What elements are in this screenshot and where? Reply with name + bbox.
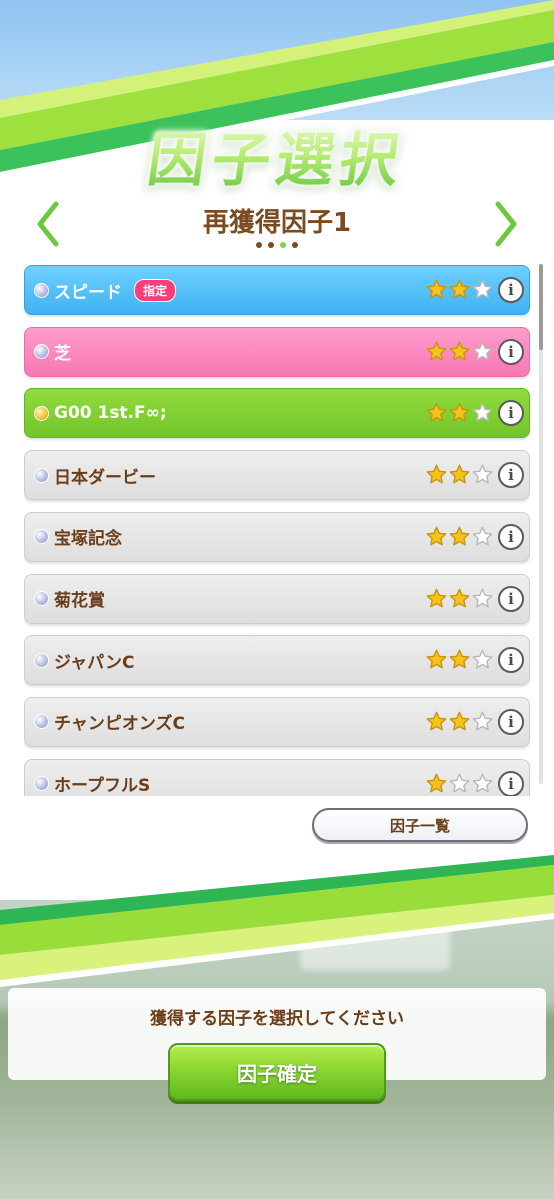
info-icon[interactable]: i	[498, 585, 524, 612]
info-icon[interactable]: i	[498, 338, 524, 365]
star-empty-icon	[472, 526, 493, 546]
star-empty-icon	[472, 341, 493, 361]
star-filled-icon	[449, 279, 470, 299]
star-rating	[426, 588, 493, 609]
factor-bullet-icon	[34, 467, 49, 483]
factor-row[interactable]: 芝i	[24, 326, 530, 377]
factor-bullet-icon	[34, 714, 49, 730]
factor-bullet-icon	[34, 282, 49, 298]
star-filled-icon	[449, 711, 470, 731]
star-empty-icon	[472, 464, 493, 484]
info-icon[interactable]: i	[498, 647, 524, 674]
factor-row[interactable]: 日本ダービー i	[24, 450, 530, 501]
star-filled-icon	[426, 464, 447, 484]
info-icon[interactable]: i	[498, 277, 524, 303]
scrollbar[interactable]	[539, 264, 543, 784]
star-empty-icon	[472, 773, 493, 793]
factor-list[interactable]: スピード 指定 i 芝 i G00 1st.F∞; i 日本ダービー i 宝塚記念 i 菊花賞 i ジャパ…	[24, 264, 530, 796]
page-dot	[268, 242, 274, 248]
star-empty-icon	[472, 588, 493, 607]
factor-bullet-icon	[34, 591, 49, 606]
factor-label: ホープフルS	[54, 776, 151, 796]
background-blur-shape	[300, 910, 450, 970]
factor-bullet-icon	[34, 776, 49, 792]
factor-slot-title: 再獲得因子1	[202, 208, 352, 238]
factor-label: チャンピオンズC	[54, 714, 185, 735]
page-dot	[280, 242, 286, 248]
info-icon[interactable]: i	[498, 462, 524, 489]
star-filled-icon	[449, 403, 470, 422]
star-filled-icon	[426, 649, 447, 669]
star-rating	[426, 279, 493, 300]
confirm-factor-button[interactable]: 因子確定	[168, 1043, 386, 1101]
factor-label: G00 1st.F∞;	[54, 403, 167, 424]
page-dot	[256, 242, 262, 248]
star-filled-icon	[449, 341, 470, 361]
factor-label: 宝塚記念	[54, 529, 122, 550]
star-empty-icon	[472, 279, 493, 299]
factor-bullet-icon	[34, 529, 49, 545]
info-icon[interactable]: i	[498, 523, 524, 550]
factor-row[interactable]: ジャパンC i	[24, 635, 530, 686]
star-filled-icon	[449, 588, 470, 607]
star-rating	[426, 402, 493, 423]
star-empty-icon	[449, 773, 470, 793]
factor-row[interactable]: チャンピオンズC i	[24, 696, 530, 747]
star-filled-icon	[449, 649, 470, 669]
factor-bullet-icon	[34, 344, 49, 360]
factor-label: 菊花賞	[54, 591, 105, 611]
star-filled-icon	[449, 526, 470, 546]
star-empty-icon	[472, 649, 493, 669]
factor-row[interactable]: G00 1st.F∞; i	[24, 388, 530, 439]
prompt-text: 獲得する因子を選択してください	[150, 1009, 404, 1029]
star-rating	[426, 711, 493, 732]
designated-badge: 指定	[134, 278, 177, 302]
factor-label: ジャパンC	[54, 652, 135, 673]
star-filled-icon	[426, 279, 447, 299]
factor-row[interactable]: ホープフルS i	[24, 758, 530, 796]
factor-row[interactable]: 菊花賞 i	[24, 573, 530, 624]
scrollbar-thumb[interactable]	[539, 264, 543, 350]
star-rating	[426, 464, 493, 485]
info-icon[interactable]: i	[498, 400, 524, 427]
star-rating	[426, 773, 493, 794]
factor-label: スピード	[54, 282, 122, 303]
star-filled-icon	[449, 464, 470, 484]
star-filled-icon	[426, 526, 447, 546]
factor-bullet-icon	[34, 652, 49, 668]
factor-label: 日本ダービー	[54, 467, 156, 488]
factor-row[interactable]: スピード 指定 i	[24, 265, 530, 315]
title-area: 因子選択	[0, 112, 554, 198]
factor-row[interactable]: 宝塚記念 i	[24, 511, 530, 562]
star-filled-icon	[426, 773, 447, 793]
star-filled-icon	[426, 711, 447, 731]
info-icon[interactable]: i	[498, 770, 524, 796]
factor-list-button[interactable]: 因子一覧	[312, 808, 528, 842]
page-indicator	[0, 242, 554, 248]
star-filled-icon	[426, 341, 447, 361]
page-dot	[292, 242, 298, 248]
star-filled-icon	[426, 588, 447, 607]
factor-bullet-icon	[34, 405, 49, 421]
star-filled-icon	[426, 403, 447, 422]
star-rating	[426, 341, 493, 362]
star-rating	[426, 526, 493, 547]
factor-label: 芝	[54, 344, 71, 365]
star-empty-icon	[472, 403, 493, 422]
star-empty-icon	[472, 711, 493, 731]
info-icon[interactable]: i	[498, 708, 524, 735]
screen-title: 因子選択	[143, 113, 411, 197]
star-rating	[426, 649, 493, 670]
